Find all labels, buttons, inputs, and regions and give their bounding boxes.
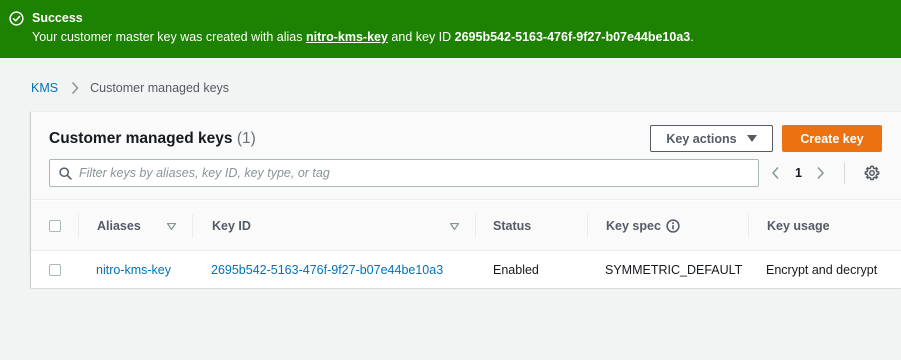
flash-message: Your customer master key was created wit… bbox=[32, 30, 694, 44]
check-circle-icon bbox=[9, 11, 24, 26]
flash-message-suffix: . bbox=[690, 30, 694, 44]
next-page-icon[interactable] bbox=[816, 166, 825, 180]
gear-icon[interactable] bbox=[864, 165, 880, 181]
breadcrumb: KMS Customer managed keys bbox=[31, 81, 229, 95]
row-alias-link[interactable]: nitro-kms-key bbox=[96, 252, 171, 288]
panel-title: Customer managed keys (1) bbox=[49, 130, 256, 148]
keys-table-panel: Customer managed keys (1) Key actions Cr… bbox=[31, 111, 901, 288]
table-row: nitro-kms-key 2695b542-5163-476f-9f27-b0… bbox=[31, 252, 901, 288]
column-header-aliases[interactable]: Aliases bbox=[97, 201, 207, 251]
select-all-checkbox[interactable] bbox=[49, 220, 61, 232]
flash-message-middle: and key ID bbox=[387, 30, 455, 44]
panel-item-count: (1) bbox=[236, 130, 256, 147]
column-header-key-id[interactable]: Key ID bbox=[212, 201, 462, 251]
row-key-spec: SYMMETRIC_DEFAULT bbox=[605, 263, 743, 277]
panel-header: Customer managed keys (1) Key actions Cr… bbox=[31, 112, 901, 200]
column-header-aliases-label: Aliases bbox=[97, 219, 141, 233]
caret-down-icon bbox=[746, 134, 757, 142]
pagination-divider bbox=[843, 162, 845, 184]
column-header-key-id-label: Key ID bbox=[212, 219, 251, 233]
breadcrumb-current: Customer managed keys bbox=[90, 81, 230, 95]
key-actions-label: Key actions bbox=[666, 131, 737, 146]
column-header-key-usage: Key usage bbox=[767, 219, 830, 233]
column-header-key-spec: Key spec bbox=[606, 201, 680, 251]
sort-caret-icon bbox=[450, 222, 459, 230]
panel-title-text: Customer managed keys bbox=[49, 130, 233, 147]
filter-keys-input[interactable] bbox=[79, 162, 749, 184]
row-status: Enabled bbox=[493, 263, 539, 277]
column-separator bbox=[78, 214, 79, 238]
key-actions-button[interactable]: Key actions bbox=[650, 125, 773, 152]
column-header-status: Status bbox=[493, 219, 532, 233]
column-separator bbox=[475, 214, 476, 238]
row-key-id-link[interactable]: 2695b542-5163-476f-9f27-b07e44be10a3 bbox=[211, 252, 443, 288]
search-icon bbox=[59, 167, 72, 180]
flash-key-id: 2695b542-5163-476f-9f27-b07e44be10a3 bbox=[454, 30, 691, 44]
row-key-usage: Encrypt and decrypt bbox=[766, 263, 878, 277]
pagination: 1 bbox=[771, 162, 845, 184]
column-separator bbox=[748, 214, 749, 238]
table-header: Aliases Key ID Status Key spec Key usage bbox=[31, 201, 901, 251]
flash-title: Success bbox=[32, 11, 83, 25]
filter-box bbox=[49, 159, 759, 187]
create-key-button[interactable]: Create key bbox=[782, 125, 882, 152]
column-separator bbox=[192, 214, 193, 238]
info-icon[interactable] bbox=[666, 219, 680, 233]
previous-page-icon[interactable] bbox=[771, 166, 780, 180]
row-select-checkbox[interactable] bbox=[49, 264, 61, 276]
success-flash-banner: Success Your customer master key was cre… bbox=[0, 0, 901, 58]
column-separator bbox=[587, 214, 588, 238]
chevron-right-icon bbox=[72, 81, 79, 95]
breadcrumb-kms-link[interactable]: KMS bbox=[31, 81, 58, 95]
flash-message-prefix: Your customer master key was created wit… bbox=[32, 30, 306, 44]
sort-caret-icon bbox=[167, 222, 176, 230]
column-header-key-spec-label: Key spec bbox=[606, 219, 661, 233]
page-number-button[interactable]: 1 bbox=[795, 166, 802, 180]
flash-alias-link[interactable]: nitro-kms-key bbox=[306, 30, 388, 44]
